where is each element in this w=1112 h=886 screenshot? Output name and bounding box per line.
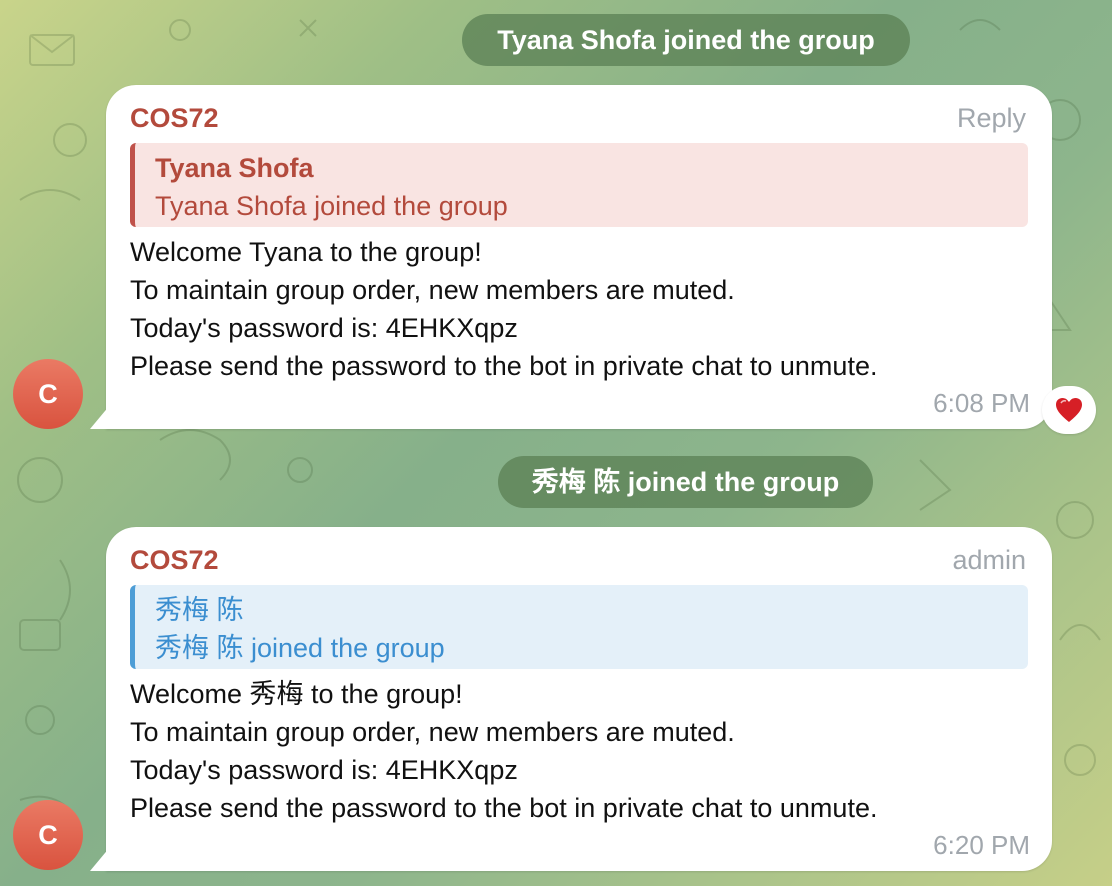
sender-name[interactable]: COS72	[130, 545, 219, 576]
message-line: Today's password is: 4EHKXqpz	[130, 313, 518, 343]
message-line: Please send the password to the bot in p…	[130, 793, 878, 823]
quoted-sender: 秀梅 陈	[155, 595, 244, 625]
message-bubble[interactable]: COS72 Reply Tyana Shofa Tyana Shofa join…	[90, 85, 1052, 429]
message-text: Welcome 秀梅 to the group! To maintain gro…	[130, 675, 877, 827]
message-text: Welcome Tyana to the group! To maintain …	[130, 233, 877, 385]
quoted-text: 秀梅 陈 joined the group	[155, 633, 445, 663]
avatar[interactable]: C	[13, 800, 83, 870]
message-bubble[interactable]: COS72 admin 秀梅 陈 秀梅 陈 joined the group W…	[90, 527, 1052, 871]
message-line: Welcome Tyana to the group!	[130, 237, 482, 267]
quoted-text: Tyana Shofa joined the group	[155, 191, 508, 221]
reply-link[interactable]: Reply	[957, 103, 1026, 134]
quoted-message[interactable]: Tyana Shofa Tyana Shofa joined the group	[130, 143, 1028, 227]
quoted-sender: Tyana Shofa	[155, 153, 314, 183]
quoted-message[interactable]: 秀梅 陈 秀梅 陈 joined the group	[130, 585, 1028, 669]
message-timestamp: 6:20 PM	[933, 830, 1030, 860]
message-line: To maintain group order, new members are…	[130, 275, 735, 305]
message-line: Please send the password to the bot in p…	[130, 351, 878, 381]
admin-badge: admin	[952, 545, 1026, 575]
message-line: Today's password is: 4EHKXqpz	[130, 755, 518, 785]
service-message-joined: Tyana Shofa joined the group	[462, 14, 910, 66]
reaction-badge[interactable]	[1042, 386, 1096, 434]
avatar[interactable]: C	[13, 359, 83, 429]
message-timestamp: 6:08 PM	[933, 388, 1030, 418]
heart-icon	[1056, 398, 1082, 422]
service-message-joined: 秀梅 陈 joined the group	[498, 456, 873, 508]
sender-name[interactable]: COS72	[130, 103, 219, 134]
message-line: To maintain group order, new members are…	[130, 717, 735, 747]
message-line: Welcome 秀梅 to the group!	[130, 679, 463, 709]
